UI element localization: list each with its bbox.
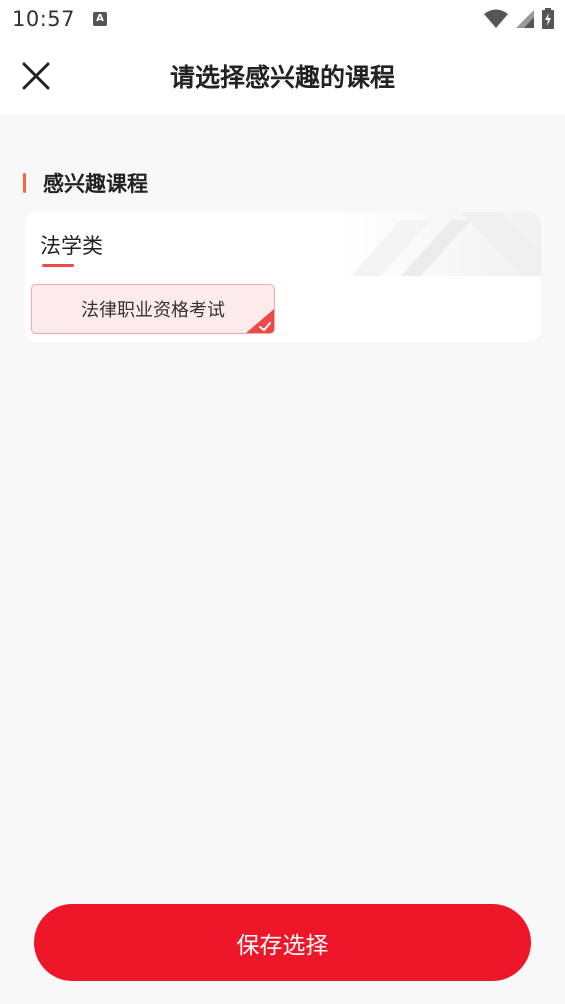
course-chip-label: 法律职业资格考试 [81, 300, 225, 321]
section-header: 感兴趣课程 [23, 170, 148, 196]
course-card: 法学类 法律职业资格考试 [25, 212, 541, 342]
wifi-icon [484, 9, 508, 28]
category-underline [42, 264, 74, 267]
header: 请选择感兴趣的课程 [0, 38, 565, 114]
system-icons [483, 8, 555, 30]
course-chip[interactable]: 法律职业资格考试 [31, 284, 275, 334]
status-time: 10:57 [12, 7, 76, 31]
section-accent-bar [23, 173, 26, 193]
card-decoration [341, 212, 541, 276]
page-title: 请选择感兴趣的课程 [169, 63, 395, 92]
save-button[interactable]: 保存选择 [34, 904, 531, 981]
category-label: 法学类 [40, 234, 103, 258]
status-bar: 10:57 A [0, 0, 565, 38]
category-tab[interactable]: 法学类 [40, 230, 103, 260]
battery-icon [542, 8, 554, 29]
card-header: 法学类 [25, 212, 541, 276]
save-button-label: 保存选择 [236, 931, 329, 958]
a-icon: A [93, 12, 108, 26]
section-title: 感兴趣课程 [43, 172, 148, 196]
check-icon [246, 309, 274, 333]
signal-icon [516, 10, 534, 28]
